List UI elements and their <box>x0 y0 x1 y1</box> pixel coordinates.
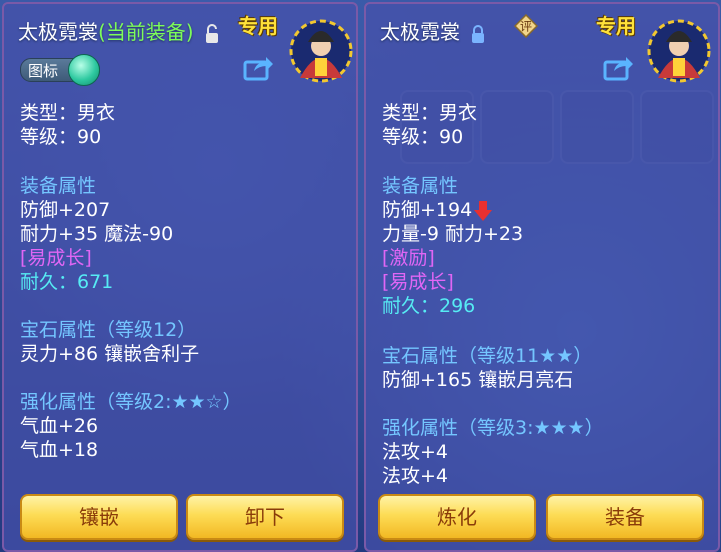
equip-attr-heading: 装备属性 <box>382 175 459 197</box>
icon-toggle[interactable]: 图标 <box>20 52 102 86</box>
durability: 耐久：671 <box>20 271 114 293</box>
gem-stat-line: 灵力+86 镶嵌舍利子 <box>20 343 200 365</box>
refine-button[interactable]: 炼化 <box>378 494 536 540</box>
stat-line: 防御+194 <box>382 198 493 222</box>
special-trait: [激励] <box>382 247 435 269</box>
stat-line: 耐力+35 魔法-90 <box>20 223 174 245</box>
equip-attr-heading: 装备属性 <box>20 175 97 197</box>
toggle-knob <box>68 54 100 86</box>
item-name: 太极霓裳 <box>18 20 98 44</box>
unequip-button[interactable]: 卸下 <box>186 494 344 540</box>
enhance-stat-line: 气血+26 <box>20 415 99 437</box>
share-icon[interactable] <box>602 54 634 82</box>
item-title: 太极霓裳 <box>380 16 486 45</box>
enhance-stat-line: 法攻+4 <box>382 441 449 463</box>
item-type: 类型：男衣 <box>382 102 478 124</box>
item-type: 类型：男衣 <box>20 102 116 124</box>
locked-icon[interactable] <box>470 24 486 44</box>
decrease-arrow-icon <box>474 200 493 221</box>
special-trait: [易成长] <box>382 271 454 293</box>
compare-equipment-panel: 太极霓裳 评 专用 类型：男衣 等级：90 装备属性 防御+194 力量-9 耐… <box>364 2 720 552</box>
icon-toggle-label: 图标 <box>28 62 59 80</box>
durability: 耐久：296 <box>382 295 476 317</box>
gem-attr-heading: 宝石属性（等级11★★） <box>382 345 593 367</box>
enhance-attr-heading: 强化属性（等级2:★★☆） <box>20 391 242 413</box>
current-equipped-tag: (当前装备) <box>98 20 194 44</box>
exclusive-label: 专用 <box>238 14 278 38</box>
unlocked-icon[interactable] <box>204 23 220 44</box>
exclusive-label: 专用 <box>596 14 636 38</box>
stat-line: 力量-9 耐力+23 <box>382 223 524 245</box>
item-level: 等级：90 <box>20 126 102 148</box>
stat-line: 防御+207 <box>20 199 111 221</box>
equip-button[interactable]: 装备 <box>546 494 704 540</box>
rate-badge-icon[interactable]: 评 <box>514 14 538 38</box>
current-equipment-panel: 太极霓裳(当前装备) 专用 图标 类型：男衣 等级：90 装备属性 防御+207… <box>2 2 358 552</box>
enhance-attr-heading: 强化属性（等级3:★★★） <box>382 417 604 439</box>
character-avatar-icon <box>289 19 353 83</box>
gem-stat-line: 防御+165 镶嵌月亮石 <box>382 369 574 391</box>
rate-badge-label: 评 <box>520 20 532 34</box>
item-name: 太极霓裳 <box>380 20 460 44</box>
enhance-stat-line: 法攻+4 <box>382 465 449 487</box>
item-title: 太极霓裳(当前装备) <box>18 16 220 45</box>
item-level: 等级：90 <box>382 126 464 148</box>
gem-attr-heading: 宝石属性（等级12） <box>20 319 197 341</box>
enhance-stat-line: 气血+18 <box>20 439 99 461</box>
character-avatar-icon <box>647 19 711 83</box>
share-icon[interactable] <box>242 54 274 82</box>
inlay-button[interactable]: 镶嵌 <box>20 494 178 540</box>
special-trait: [易成长] <box>20 247 92 269</box>
